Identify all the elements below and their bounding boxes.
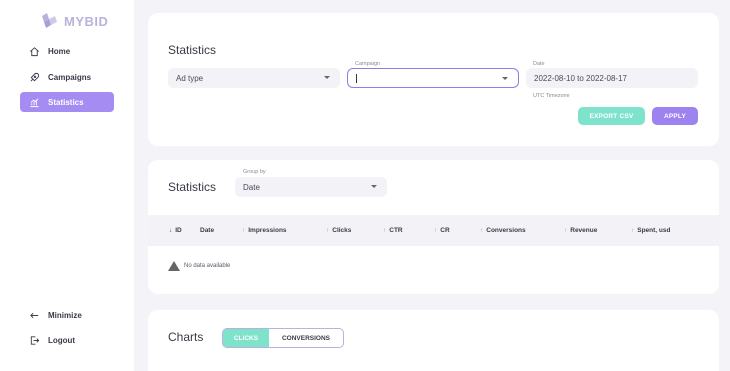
rocket-icon (30, 72, 40, 81)
sidebar-item-label: Minimize (48, 310, 82, 320)
ad-type-value: Ad type (176, 73, 204, 83)
chevron-down-icon (502, 77, 508, 80)
empty-state-text: No data available (184, 263, 231, 269)
charts-title: Charts (168, 330, 204, 344)
table-header: ↓ ID Date ↑ Impressions ↑ Clicks ↑ CTR ↑ CR ↑… (148, 215, 719, 246)
campaign-select[interactable] (347, 68, 519, 88)
arrow-left-icon (30, 312, 39, 318)
home-icon (30, 46, 39, 56)
campaign-label: Campaign (355, 61, 381, 67)
column-header-revenue[interactable]: ↑ Revenue (564, 215, 597, 246)
sidebar: MYBID Home Campaigns Statistics Minimize… (0, 0, 134, 371)
chart-icon (30, 98, 39, 107)
group-by-value: Date (243, 182, 260, 192)
column-header-ctr[interactable]: ↑ CTR (383, 215, 403, 246)
sort-up-icon: ↑ (434, 227, 438, 234)
chart-metric-toggle: CLICKS CONVERSIONS (222, 328, 344, 348)
sidebar-item-label: Campaigns (48, 72, 92, 82)
brand-name: MYBID (64, 13, 109, 29)
sort-down-icon: ↓ (169, 227, 173, 234)
page-title: Statistics (168, 43, 217, 57)
apply-button[interactable]: APPLY (652, 107, 698, 125)
column-header-impressions[interactable]: ↑ Impressions (242, 215, 287, 246)
date-label: Date (533, 61, 545, 67)
chevron-down-icon (371, 185, 377, 188)
logo-mark-icon (42, 13, 57, 28)
ad-type-select[interactable]: Ad type (168, 68, 340, 88)
text-cursor (356, 73, 357, 83)
sidebar-item-label: Statistics (48, 97, 84, 107)
chevron-down-icon (324, 76, 330, 79)
sort-up-icon: ↑ (480, 227, 484, 234)
sort-up-icon: ↑ (564, 227, 568, 234)
column-header-cr[interactable]: ↑ CR (434, 215, 450, 246)
sidebar-item-minimize[interactable]: Minimize (20, 305, 114, 325)
tab-conversions[interactable]: CONVERSIONS (269, 329, 343, 347)
sort-up-icon: ↑ (242, 227, 246, 234)
column-header-date[interactable]: Date (200, 215, 214, 246)
date-range-value: 2022-08-10 to 2022-08-17 (534, 73, 627, 83)
sort-up-icon: ↑ (383, 227, 387, 234)
logout-icon (30, 335, 40, 345)
sidebar-item-label: Home (48, 46, 71, 56)
group-by-label: Group by (243, 169, 266, 175)
export-csv-button[interactable]: EXPORT CSV (578, 107, 645, 125)
sidebar-item-campaigns[interactable]: Campaigns (20, 67, 114, 87)
brand-logo[interactable]: MYBID (38, 10, 108, 32)
column-header-id[interactable]: ↓ ID (169, 215, 182, 246)
sort-up-icon: ↑ (631, 227, 635, 234)
statistics-title: Statistics (168, 180, 217, 194)
sidebar-item-label: Logout (48, 335, 76, 345)
sidebar-item-logout[interactable]: Logout (20, 330, 114, 350)
sort-up-icon: ↑ (326, 227, 330, 234)
column-header-clicks[interactable]: ↑ Clicks (326, 215, 351, 246)
empty-state: No data available (168, 261, 230, 271)
warning-icon (168, 261, 180, 271)
sidebar-item-home[interactable]: Home (20, 41, 114, 61)
timezone-hint: UTC Timezone (533, 93, 570, 99)
column-header-spent[interactable]: ↑ Spent, usd (631, 215, 670, 246)
tab-clicks[interactable]: CLICKS (223, 329, 269, 347)
sidebar-item-statistics[interactable]: Statistics (20, 92, 114, 112)
column-header-conversions[interactable]: ↑ Conversions (480, 215, 526, 246)
group-by-select[interactable]: Date (235, 177, 387, 197)
date-range-input[interactable]: 2022-08-10 to 2022-08-17 (526, 68, 698, 88)
